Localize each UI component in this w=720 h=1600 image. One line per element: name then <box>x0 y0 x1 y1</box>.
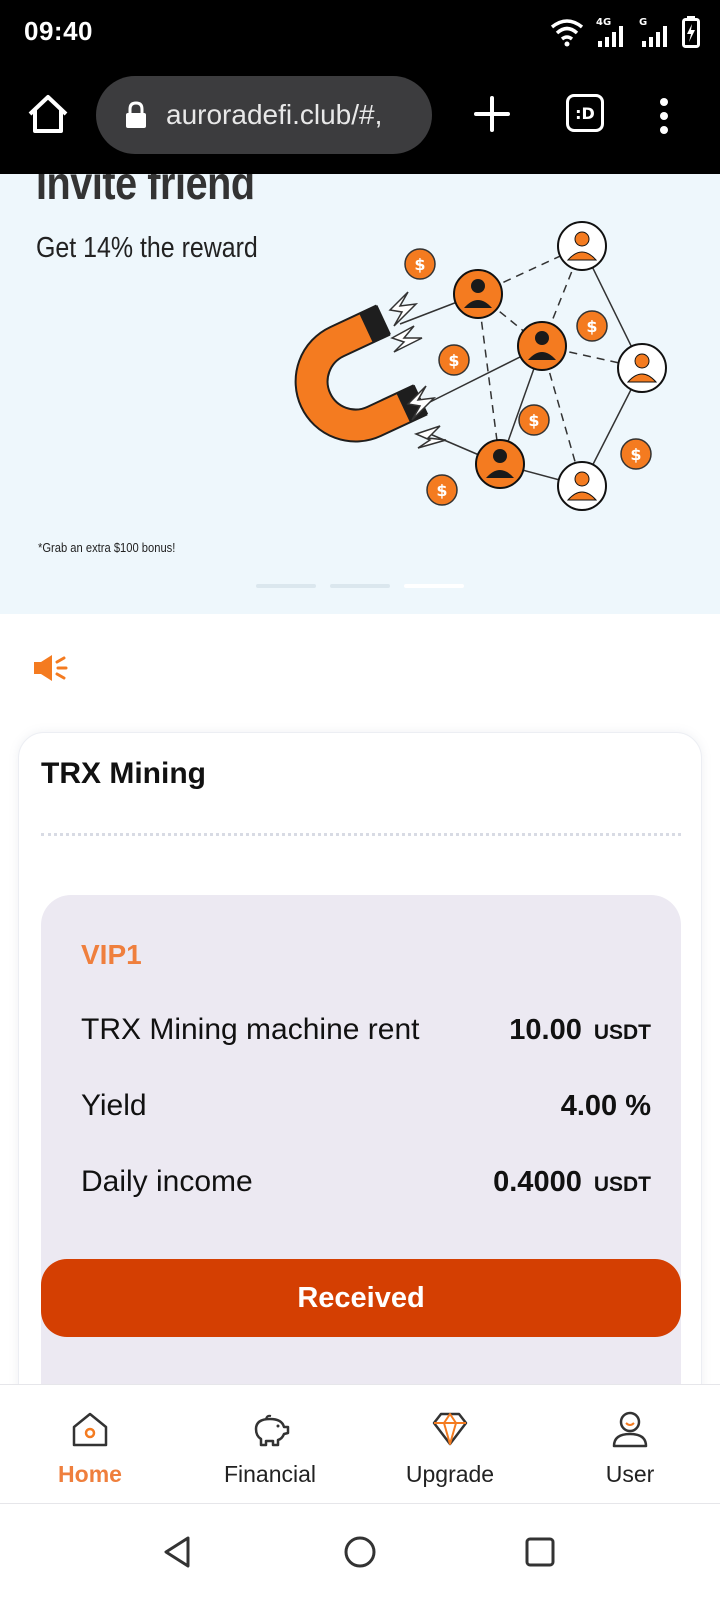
promo-banner[interactable]: Invite friend Get 14% the reward *Grab a… <box>0 174 720 614</box>
plan-row-yield: Yield 4.00 % <box>81 1089 651 1123</box>
row-label: Daily income <box>81 1165 253 1198</box>
svg-text:$: $ <box>630 445 641 464</box>
home-circle-icon[interactable] <box>342 1534 378 1570</box>
tabs-icon[interactable]: :D <box>566 94 604 132</box>
plan-row-rent: TRX Mining machine rent 10.00 USDT <box>81 1013 651 1047</box>
svg-text:$: $ <box>436 481 447 500</box>
recents-icon[interactable] <box>522 1534 558 1570</box>
lock-icon <box>126 101 146 128</box>
vip-level: VIP1 <box>81 939 142 970</box>
diamond-icon <box>432 1412 468 1446</box>
banner-title: Invite friend <box>36 174 255 209</box>
signal-g-icon: G <box>639 17 667 47</box>
row-value: 4.00 % <box>560 1090 651 1122</box>
nav-label: Upgrade <box>405 1461 495 1487</box>
system-nav-bar <box>0 1504 720 1600</box>
card-title: TRX Mining <box>41 757 206 790</box>
row-unit: USDT <box>593 1173 651 1196</box>
mining-card: TRX Mining VIP1 TRX Mining machine rent … <box>18 732 702 1455</box>
carousel-dot-active[interactable] <box>404 584 464 588</box>
row-label: TRX Mining machine rent <box>81 1013 420 1046</box>
nav-label: Home <box>58 1461 122 1487</box>
nav-item-home[interactable]: Home <box>0 1385 180 1503</box>
nav-label: Financial <box>223 1461 317 1487</box>
banner-note: *Grab an extra $100 bonus! <box>38 540 176 555</box>
nav-label: User <box>605 1461 655 1487</box>
bottom-nav: Home Financial Upgrade User <box>0 1384 720 1504</box>
speaker-icon <box>34 655 68 681</box>
banner-subtitle: Get 14% the reward <box>36 232 258 264</box>
svg-text:G: G <box>639 17 647 28</box>
row-value-group: 4.00 % <box>561 1090 651 1123</box>
vip-plan-box: VIP1 TRX Mining machine rent 10.00 USDT Y… <box>41 895 681 1455</box>
wifi-icon <box>550 19 584 47</box>
svg-text:$: $ <box>448 351 459 370</box>
svg-text:$: $ <box>414 255 425 274</box>
svg-text:$: $ <box>586 317 597 336</box>
status-bar: 09:40 4G G <box>0 0 720 64</box>
home-icon[interactable] <box>24 90 72 138</box>
piggy-bank-icon <box>254 1414 290 1447</box>
carousel-dots <box>256 584 464 588</box>
battery-charging-icon <box>682 16 700 48</box>
row-value-group: 10.00 USDT <box>509 1014 651 1047</box>
plus-icon[interactable] <box>470 92 514 136</box>
browser-toolbar: auroradefi.club/#, :D <box>0 64 720 174</box>
row-value: 10.00 <box>509 1014 582 1046</box>
more-vert-icon[interactable] <box>650 94 678 138</box>
row-value-group: 0.4000 USDT <box>493 1166 651 1199</box>
dotted-divider <box>41 833 681 836</box>
nav-item-user[interactable]: User <box>540 1385 720 1503</box>
received-button[interactable]: Received <box>41 1259 681 1337</box>
row-unit: USDT <box>593 1021 651 1044</box>
status-icons: 4G G <box>550 12 700 52</box>
svg-text:$: $ <box>528 411 539 430</box>
row-value: 0.4000 <box>493 1166 582 1198</box>
carousel-dot[interactable] <box>256 584 316 588</box>
nav-item-upgrade[interactable]: Upgrade <box>360 1385 540 1503</box>
signal-4g-icon: 4G <box>596 17 623 47</box>
back-icon[interactable] <box>160 1534 196 1570</box>
magnet-referral-illustration: $ $ $ $ $ $ <box>294 221 667 511</box>
url-text: auroradefi.club/#, <box>166 99 383 130</box>
home-icon <box>72 1412 108 1447</box>
address-bar[interactable]: auroradefi.club/#, <box>96 76 432 154</box>
plan-row-daily-income: Daily income 0.4000 USDT <box>81 1165 651 1199</box>
status-time: 09:40 <box>24 16 93 46</box>
carousel-dot[interactable] <box>330 584 390 588</box>
user-icon <box>612 1411 648 1448</box>
svg-text:4G: 4G <box>596 17 611 28</box>
row-label: Yield <box>81 1089 147 1122</box>
nav-item-financial[interactable]: Financial <box>180 1385 360 1503</box>
